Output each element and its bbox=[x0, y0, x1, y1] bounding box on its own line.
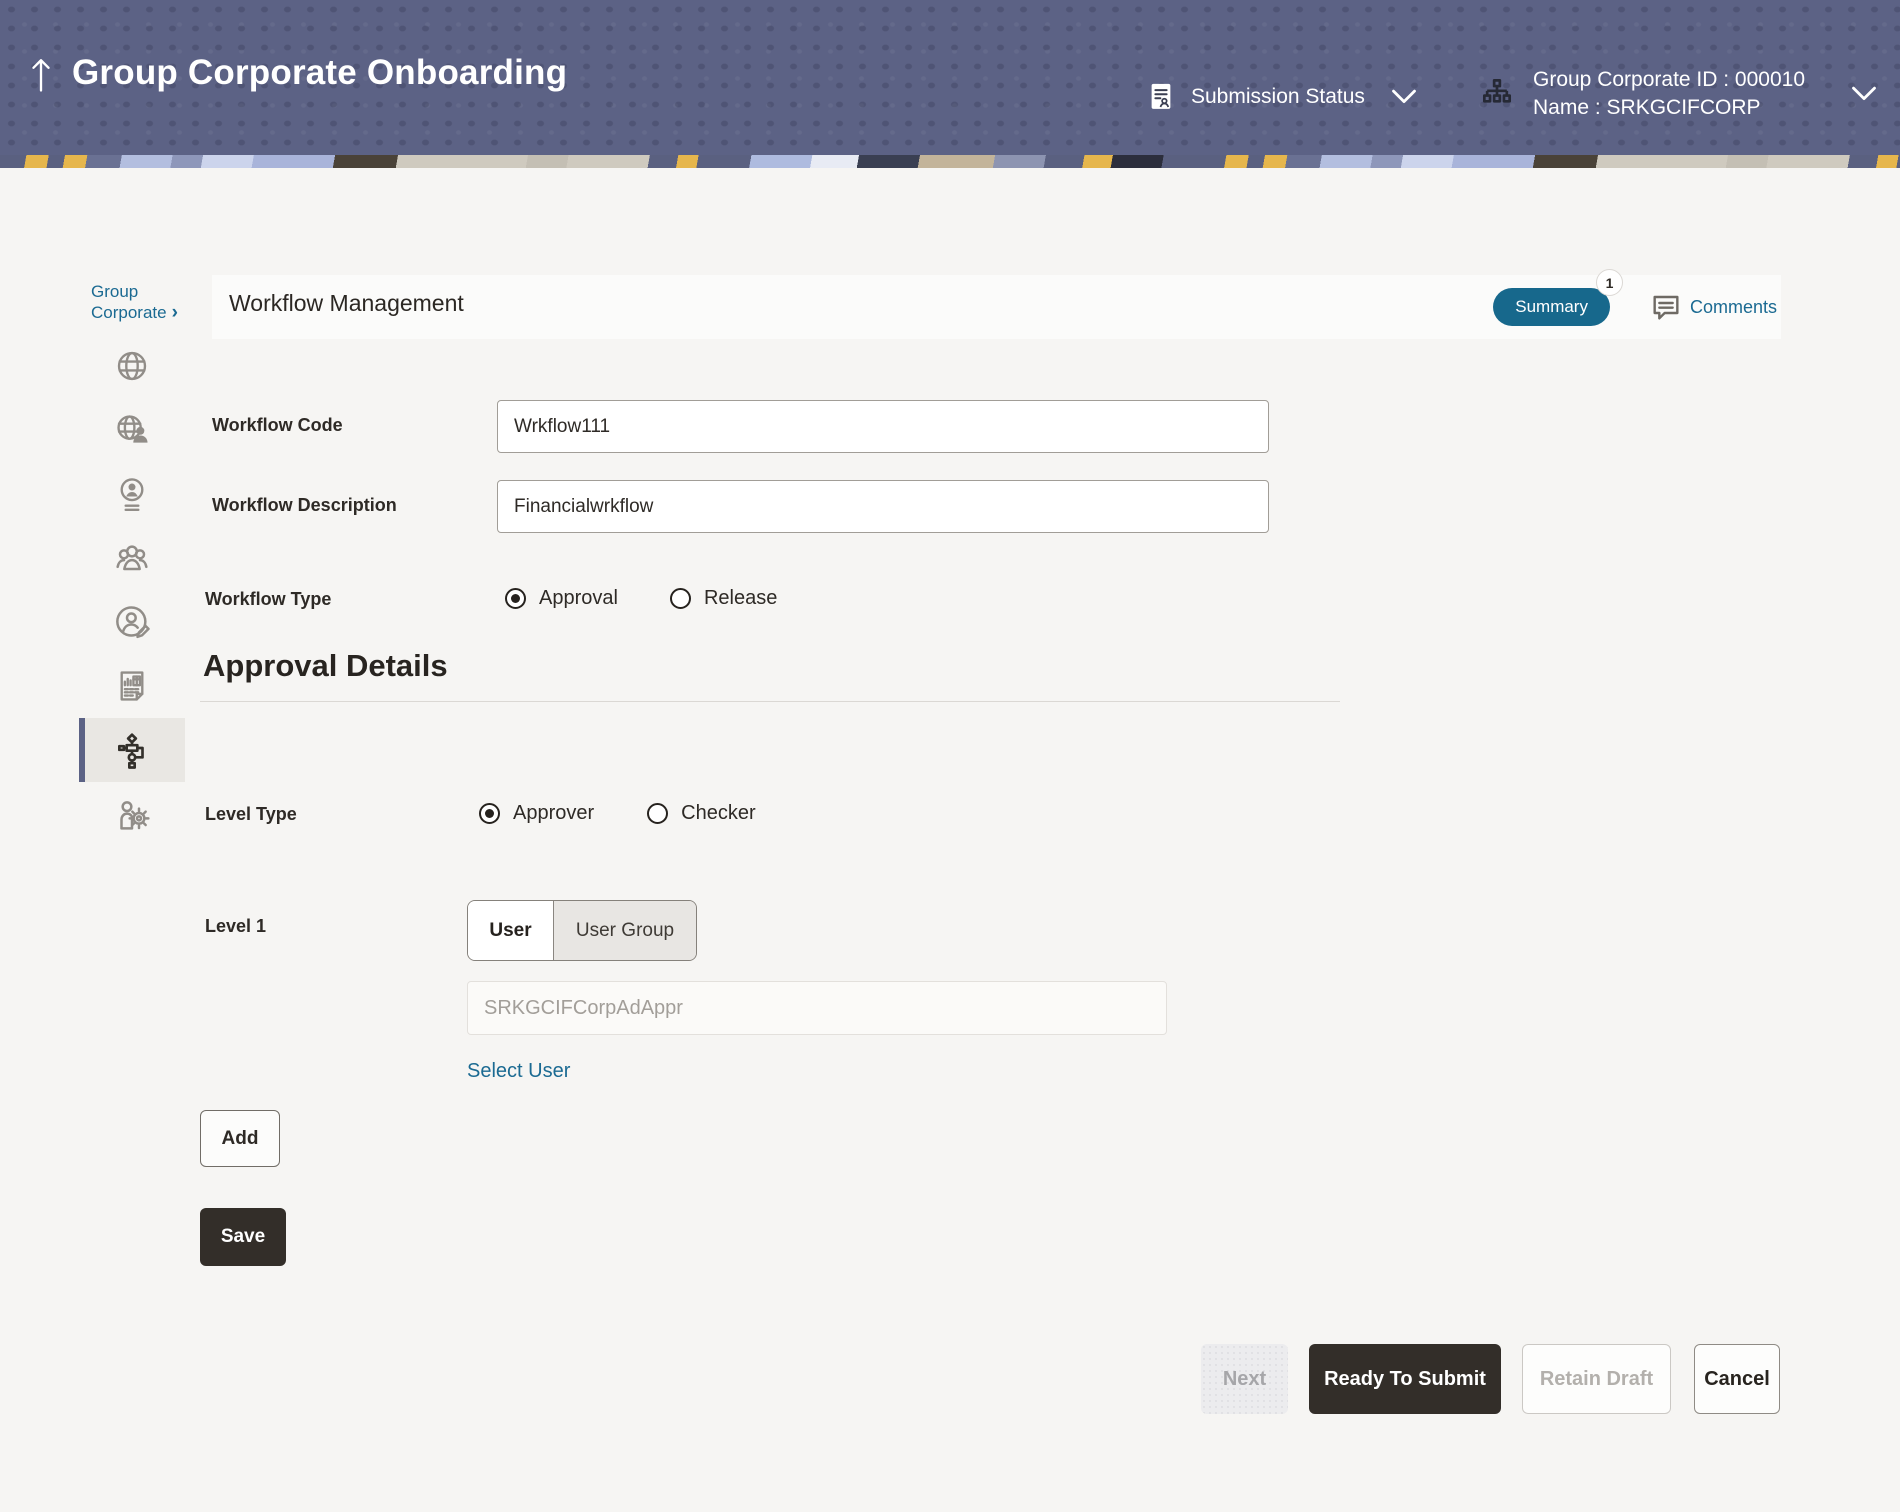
scroll-top-button[interactable] bbox=[24, 52, 58, 96]
level1-label: Level 1 bbox=[205, 916, 267, 936]
app-window: Group Corporate Onboarding Submission St… bbox=[0, 0, 1900, 1512]
radio-selected-icon bbox=[505, 588, 526, 609]
page-title: Group Corporate Onboarding bbox=[72, 53, 568, 92]
sidebar-nav bbox=[79, 334, 185, 846]
workflow-icon bbox=[118, 733, 144, 769]
org-chart-icon bbox=[1482, 79, 1512, 103]
add-button[interactable]: Add bbox=[200, 1110, 280, 1167]
corporate-id: Group Corporate ID : 000010 bbox=[1533, 68, 1805, 91]
level-type-radio-group: Approver Checker bbox=[479, 802, 756, 825]
globe-user-icon bbox=[117, 415, 148, 443]
approval-details-heading: Approval Details bbox=[203, 648, 448, 683]
level-type-label: Level Type bbox=[205, 804, 297, 824]
radio-approval[interactable]: Approval bbox=[505, 587, 618, 610]
decorative-banner-strip bbox=[0, 155, 1900, 168]
radio-checker[interactable]: Checker bbox=[647, 802, 756, 825]
retain-draft-button[interactable]: Retain Draft bbox=[1522, 1344, 1671, 1414]
cancel-button[interactable]: Cancel bbox=[1694, 1344, 1780, 1414]
radio-release[interactable]: Release bbox=[669, 587, 778, 610]
radio-checker-label: Checker bbox=[681, 802, 756, 824]
submission-status-label: Submission Status bbox=[1191, 85, 1365, 108]
chevron-down-icon bbox=[1852, 86, 1876, 101]
app-header: Group Corporate Onboarding Submission St… bbox=[0, 0, 1900, 155]
radio-unselected-icon bbox=[647, 803, 669, 824]
user-usergroup-toggle: User User Group bbox=[467, 900, 697, 961]
workflow-code-label: Workflow Code bbox=[212, 415, 343, 435]
sidebar-item-signatory[interactable] bbox=[79, 590, 185, 654]
section-title: Workflow Management bbox=[229, 289, 464, 316]
radio-unselected-icon bbox=[669, 588, 691, 609]
tab-user-group[interactable]: User Group bbox=[553, 901, 696, 960]
section-divider bbox=[200, 701, 1340, 702]
sidebar-item-reports[interactable] bbox=[79, 654, 185, 718]
sidebar-item-kyc[interactable] bbox=[79, 462, 185, 526]
workflow-description-label: Workflow Description bbox=[212, 495, 397, 515]
summary-count-badge: 1 bbox=[1595, 269, 1623, 296]
chevron-down-icon bbox=[1392, 89, 1416, 104]
sidebar-item-workflow-management[interactable] bbox=[79, 718, 185, 782]
submission-status-icon bbox=[1151, 83, 1171, 109]
workflow-type-label: Workflow Type bbox=[205, 589, 332, 609]
user-settings-icon bbox=[120, 801, 150, 830]
report-icon bbox=[120, 671, 144, 701]
radio-approver[interactable]: Approver bbox=[479, 802, 594, 825]
workflow-description-input[interactable] bbox=[497, 480, 1269, 533]
profile-icon bbox=[120, 478, 144, 512]
workflow-type-radio-group: Approval Release bbox=[505, 587, 777, 610]
sidebar-item-customer-profile[interactable] bbox=[79, 398, 185, 462]
arrow-up-icon bbox=[32, 59, 50, 92]
breadcrumb-label: Group Corporate bbox=[91, 282, 167, 322]
sidebar-item-preferences[interactable] bbox=[79, 782, 185, 846]
radio-approver-label: Approver bbox=[513, 802, 595, 824]
submission-status-dropdown[interactable]: Submission Status bbox=[1146, 80, 1418, 114]
sidebar-item-parties[interactable] bbox=[79, 334, 185, 398]
workflow-code-input[interactable] bbox=[497, 400, 1269, 453]
select-user-link[interactable]: Select User bbox=[467, 1060, 570, 1083]
radio-release-label: Release bbox=[703, 587, 778, 609]
section-header-bar: Workflow Management Summary 1 Comments bbox=[212, 269, 1781, 339]
radio-selected-icon bbox=[479, 803, 500, 824]
radio-approval-label: Approval bbox=[539, 587, 618, 609]
comments-button[interactable]: Comments bbox=[1650, 291, 1777, 323]
user-edit-icon bbox=[116, 606, 150, 639]
sidebar-item-group[interactable] bbox=[79, 526, 185, 590]
summary-label: Summary bbox=[1515, 297, 1588, 316]
chevron-right-icon: › bbox=[171, 302, 178, 323]
comments-label: Comments bbox=[1689, 296, 1777, 317]
next-button[interactable]: Next bbox=[1201, 1344, 1288, 1414]
comments-icon bbox=[1653, 295, 1679, 320]
breadcrumb-group-corporate[interactable]: Group Corporate › bbox=[91, 281, 216, 323]
tab-user[interactable]: User bbox=[468, 901, 553, 960]
summary-button[interactable]: Summary 1 bbox=[1493, 269, 1623, 326]
globe-icon bbox=[117, 351, 147, 381]
corporate-info-dropdown[interactable]: Group Corporate ID : 000010 Name : SRKGC… bbox=[1478, 66, 1878, 122]
corporate-name: Name : SRKGCIFCORP bbox=[1533, 96, 1761, 119]
ready-to-submit-button[interactable]: Ready To Submit bbox=[1309, 1344, 1501, 1414]
group-icon bbox=[116, 545, 148, 571]
approver-user-input[interactable] bbox=[467, 981, 1167, 1035]
save-button[interactable]: Save bbox=[200, 1208, 286, 1266]
